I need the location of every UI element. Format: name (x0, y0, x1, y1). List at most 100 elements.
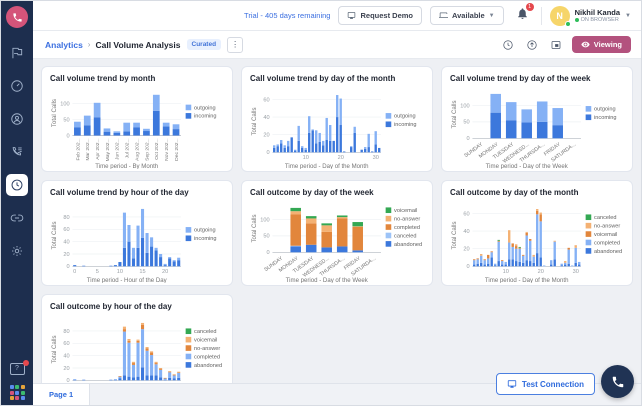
svg-text:100: 100 (60, 101, 69, 107)
svg-text:20: 20 (63, 366, 69, 372)
schedule-button[interactable] (500, 37, 516, 53)
page-header-bar: Analytics › Call Volume Analysis Curated… (33, 31, 641, 59)
svg-text:40: 40 (63, 240, 69, 246)
page-tab-1[interactable]: Page 1 (33, 384, 90, 405)
avatar: N (550, 6, 570, 26)
svg-text:30: 30 (373, 155, 379, 161)
bar-chart-outcome-by-day-of-week[interactable]: 050100SUNDAYMONDAYTUESDAYWEDNESD...THURS… (250, 199, 424, 283)
svg-text:Time period - Day of the Month: Time period - Day of the Month (285, 163, 369, 169)
svg-text:completed: completed (194, 354, 220, 360)
svg-text:Total Calls: Total Calls (51, 99, 58, 127)
help-chat-button[interactable]: ? (10, 363, 25, 375)
expand-button[interactable] (548, 37, 564, 53)
sidebar-item-contacts[interactable] (6, 108, 28, 130)
help-icon: ? (10, 363, 25, 375)
chart-title: Call outcome by day of the month (450, 188, 624, 197)
bar-chart-volume-by-month[interactable]: 050100Feb 202...Mar 202...Apr 202...May … (50, 85, 224, 169)
svg-text:Mar 202...: Mar 202... (85, 138, 91, 160)
call-log-icon (10, 145, 24, 159)
chart-title: Call volume trend by day of the week (450, 74, 624, 83)
svg-text:incoming: incoming (594, 115, 616, 121)
svg-text:20: 20 (463, 247, 469, 253)
connection-icon (507, 379, 517, 389)
export-button[interactable] (524, 37, 540, 53)
user-menu[interactable]: N Nikhil Kanda ON BROWSER ▼ (550, 6, 631, 26)
eye-icon (581, 40, 590, 49)
svg-text:40: 40 (63, 354, 69, 360)
svg-text:20: 20 (338, 155, 344, 161)
svg-text:Nov 202...: Nov 202... (164, 138, 170, 161)
svg-text:Sep 202...: Sep 202... (144, 138, 150, 161)
phone-icon (611, 375, 625, 389)
svg-text:voicemail: voicemail (594, 232, 617, 238)
sidebar-item-integrations[interactable] (6, 207, 28, 229)
status-dot (575, 18, 579, 22)
svg-text:50: 50 (463, 120, 469, 126)
svg-text:Total Calls: Total Calls (451, 100, 458, 128)
svg-text:0: 0 (73, 269, 76, 275)
sidebar-item-getting-started[interactable] (6, 42, 28, 64)
svg-text:outgoing: outgoing (194, 228, 216, 234)
app-window: ? Trial - 405 days remaining Request Dem… (0, 0, 642, 406)
svg-text:completed: completed (594, 240, 620, 246)
contact-icon (10, 112, 24, 126)
sidebar-item-call-logs[interactable] (6, 141, 28, 163)
more-options-button[interactable]: ⋮ (227, 37, 243, 53)
sidebar-item-settings[interactable] (6, 240, 28, 262)
sidebar-item-dashboard[interactable] (6, 75, 28, 97)
svg-text:Total Calls: Total Calls (451, 221, 458, 249)
svg-text:Time period - Day of the Week: Time period - Day of the Week (286, 277, 369, 283)
svg-text:no-answer: no-answer (194, 346, 220, 352)
svg-text:20: 20 (263, 133, 269, 139)
svg-text:outgoing: outgoing (194, 105, 216, 111)
chart-card-outcome-by-day-of-week: Call outcome by day of the week 050100SU… (241, 180, 433, 286)
svg-text:20: 20 (538, 269, 544, 275)
test-connection-button[interactable]: Test Connection (496, 373, 595, 395)
svg-text:10: 10 (303, 155, 309, 161)
notification-badge: 1 (526, 3, 534, 11)
svg-text:Jul 202...: Jul 202... (125, 138, 131, 158)
svg-text:0: 0 (467, 264, 470, 270)
notifications-button[interactable]: 1 (512, 5, 533, 27)
svg-text:50: 50 (63, 117, 69, 123)
app-logo[interactable] (6, 6, 28, 28)
svg-text:completed: completed (394, 225, 420, 231)
svg-text:60: 60 (63, 227, 69, 233)
dialer-fab[interactable] (601, 365, 634, 398)
request-demo-button[interactable]: Request Demo (338, 6, 422, 25)
trial-link[interactable]: Trial - 405 days remaining (244, 11, 330, 20)
bar-chart-volume-by-day-of-week[interactable]: 050100SUNDAYMONDAYTUESDAYWEDNESD...THURS… (450, 85, 624, 169)
svg-text:0: 0 (267, 150, 270, 156)
apps-launcher-icon[interactable] (10, 385, 25, 400)
svg-text:50: 50 (263, 234, 269, 240)
svg-text:no-answer: no-answer (394, 217, 420, 223)
sidebar-item-analytics[interactable] (6, 174, 28, 196)
breadcrumb-separator: › (88, 40, 91, 49)
svg-text:10: 10 (503, 269, 509, 275)
svg-text:Jun 202...: Jun 202... (115, 138, 121, 160)
svg-text:outgoing: outgoing (394, 114, 416, 120)
svg-text:Time period - Day of the Week: Time period - Day of the Week (486, 163, 569, 169)
svg-text:incoming: incoming (194, 236, 216, 242)
svg-text:100: 100 (460, 103, 469, 109)
bar-chart-outcome-by-day-of-month[interactable]: 0204060102030Time period - Day of the Mo… (450, 199, 624, 283)
svg-text:May 202...: May 202... (105, 138, 111, 161)
bar-chart-volume-by-hour[interactable]: 02040608005101520Time period - Hour of t… (50, 199, 224, 283)
viewing-button[interactable]: Viewing (572, 36, 631, 53)
breadcrumb[interactable]: Analytics (45, 40, 83, 50)
availability-dropdown[interactable]: Available ▼ (430, 6, 504, 25)
svg-text:abandoned: abandoned (194, 363, 222, 369)
chart-title: Call volume trend by hour of the day (50, 188, 224, 197)
svg-text:10: 10 (117, 269, 123, 275)
curated-badge: Curated (187, 39, 222, 50)
chart-card-volume-by-hour: Call volume trend by hour of the day 020… (41, 180, 233, 286)
user-status: ON BROWSER (575, 17, 620, 23)
link-icon (10, 211, 24, 225)
svg-text:Time period - Hour of the Day: Time period - Hour of the Day (87, 277, 168, 283)
gauge-icon (10, 79, 24, 93)
svg-text:no-answer: no-answer (594, 224, 620, 230)
help-notification-dot (23, 360, 29, 366)
history-icon (502, 39, 514, 51)
chart-title: Call volume trend by day of the month (250, 74, 424, 83)
bar-chart-volume-by-day-of-month[interactable]: 0204060102030Time period - Day of the Mo… (250, 85, 424, 169)
